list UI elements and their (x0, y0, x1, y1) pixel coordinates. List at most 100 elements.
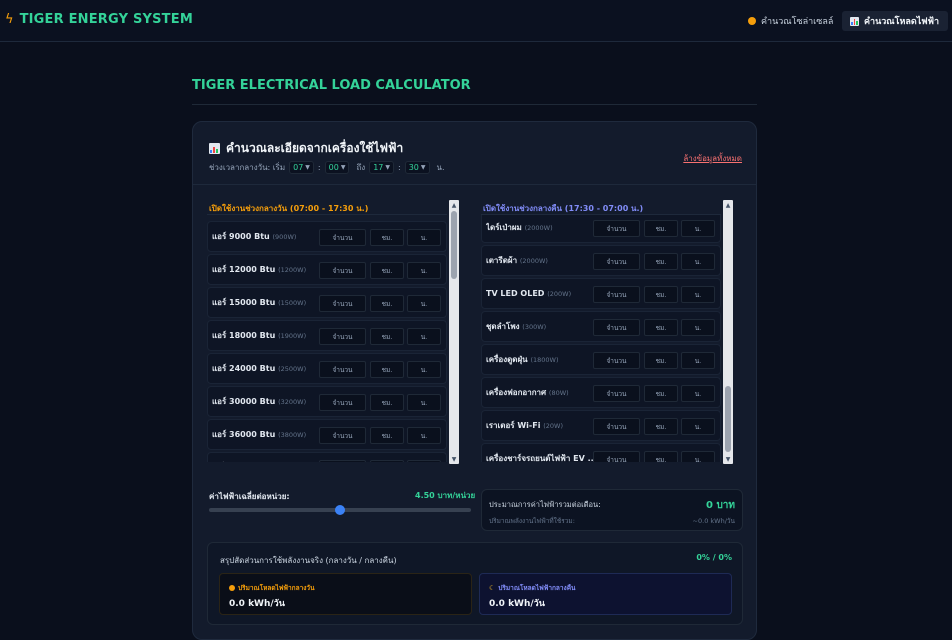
minutes-input[interactable]: น. (407, 262, 441, 279)
usage-summary: สรุปสัดส่วนการใช้พลังงานจริง (กลางวัน / … (207, 542, 743, 625)
monthly-cost-box: ประมาณการค่าไฟฟ้ารวมต่อเดือน: 0 บาท ปริม… (481, 489, 743, 531)
hours-input[interactable]: ชม. (644, 319, 678, 336)
appliance-name: เราเตอร์ Wi-Fi (20W) (486, 421, 564, 430)
hours-input[interactable]: ชม. (644, 253, 678, 270)
minutes-input[interactable]: น. (407, 460, 441, 462)
quantity-input[interactable]: จำนวน (319, 328, 366, 345)
appliance-name: แอร์ 9000 Btu (900W) (212, 232, 297, 241)
hours-input[interactable]: ชม. (644, 220, 678, 237)
end-hour-select[interactable]: 17 ▼ (369, 161, 394, 174)
minutes-input[interactable]: น. (407, 328, 441, 345)
hours-input[interactable]: ชม. (644, 385, 678, 402)
quantity-input[interactable]: จำนวน (593, 319, 640, 336)
minutes-input[interactable]: น. (681, 319, 715, 336)
quantity-input[interactable]: จำนวน (319, 460, 366, 462)
rate-slider[interactable] (209, 505, 471, 515)
quantity-input[interactable]: จำนวน (593, 253, 640, 270)
minutes-input[interactable]: น. (407, 427, 441, 444)
minutes-input[interactable]: น. (681, 220, 715, 237)
end-minute-select[interactable]: 30 ▼ (404, 161, 430, 174)
day-list-scrollbar[interactable]: ▲ ▼ (449, 200, 459, 464)
minutes-input[interactable]: น. (407, 295, 441, 312)
hours-input[interactable]: ชม. (370, 394, 404, 411)
quantity-input[interactable]: จำนวน (593, 286, 640, 303)
appliance-wattage: (2000W) (524, 224, 553, 232)
minutes-input[interactable]: น. (681, 451, 715, 462)
nav-load-calculator[interactable]: คำนวณโหลดไฟฟ้า (842, 11, 948, 31)
appliance-row: ไดร์เป่าผม (2000W) จำนวน ชม. น. (481, 215, 721, 243)
quantity-input[interactable]: จำนวน (593, 220, 640, 237)
quantity-input[interactable]: จำนวน (319, 229, 366, 246)
appliance-wattage: (1900W) (278, 332, 307, 340)
slider-handle[interactable] (335, 505, 345, 515)
scroll-thumb[interactable] (725, 386, 731, 452)
sun-icon (229, 585, 235, 591)
moon-icon: ☾ (489, 584, 496, 592)
appliance-row: เครื่องดูดฝุ่น (1800W) จำนวน ชม. น. (481, 344, 721, 375)
night-appliance-list: ไดร์เป่าผม (2000W) จำนวน ชม. น. เตารีดผ้า (2… (481, 214, 721, 462)
to-label: ถึง (356, 163, 366, 172)
hours-input[interactable]: ชม. (644, 352, 678, 369)
brand[interactable]: ϟ TIGER ENERGY SYSTEM (5, 12, 193, 27)
quantity-input[interactable]: จำนวน (593, 418, 640, 435)
calculator-card: คำนวณละเอียดจากเครื่องใช้ไฟฟ้า ช่วงเวลาก… (192, 121, 757, 640)
hours-input[interactable]: ชม. (370, 262, 404, 279)
appliance-row: แอร์ 9000 Btu (900W) จำนวน ชม. น. (207, 221, 447, 252)
quantity-input[interactable]: จำนวน (319, 262, 366, 279)
clear-all-link[interactable]: ล้างข้อมูลทั้งหมด (683, 152, 742, 165)
hours-input[interactable]: ชม. (370, 295, 404, 312)
appliance-wattage: (1500W) (278, 299, 307, 307)
appliance-wattage: (3200W) (278, 398, 307, 406)
hours-input[interactable]: ชม. (644, 286, 678, 303)
appliance-row: TV LED OLED (200W) จำนวน ชม. น. (481, 278, 721, 309)
hours-input[interactable]: ชม. (370, 361, 404, 378)
scroll-thumb[interactable] (451, 211, 457, 279)
quantity-input[interactable]: จำนวน (593, 451, 640, 462)
scroll-down-arrow-icon[interactable]: ▼ (723, 454, 733, 464)
daytime-range: ช่วงเวลากลางวัน: เริ่ม 07 ▼ : 00 ▼ ถึง 17 ▼… (209, 161, 445, 174)
minutes-input[interactable]: น. (681, 352, 715, 369)
rate-value: 4.50 บาท/หน่วย (415, 491, 476, 500)
nav-solar-calculator[interactable]: คำนวณโซล่าเซลล์ (742, 11, 839, 31)
divider (192, 104, 757, 105)
hours-input[interactable]: ชม. (644, 418, 678, 435)
appliance-name: แอร์ 36000 Btu (3800W) (212, 430, 307, 439)
appliance-row: แอร์ 36000 Btu (3800W) จำนวน ชม. น. (207, 419, 447, 450)
night-list-scrollbar[interactable]: ▲ ▼ (723, 200, 733, 464)
scroll-down-arrow-icon[interactable]: ▼ (449, 454, 459, 464)
minutes-input[interactable]: น. (407, 229, 441, 246)
minutes-input[interactable]: น. (407, 394, 441, 411)
hours-input[interactable]: ชม. (370, 229, 404, 246)
hours-input[interactable]: ชม. (370, 460, 404, 462)
scroll-up-arrow-icon[interactable]: ▲ (449, 200, 459, 210)
quantity-input[interactable]: จำนวน (593, 385, 640, 402)
minutes-input[interactable]: น. (681, 253, 715, 270)
bar-chart-icon (209, 143, 220, 154)
card-heading: คำนวณละเอียดจากเครื่องใช้ไฟฟ้า (209, 139, 403, 158)
quantity-input[interactable]: จำนวน (319, 427, 366, 444)
scroll-up-arrow-icon[interactable]: ▲ (723, 200, 733, 210)
chevron-down-icon: ▼ (385, 164, 390, 171)
minutes-input[interactable]: น. (407, 361, 441, 378)
hours-input[interactable]: ชม. (370, 328, 404, 345)
quantity-input[interactable]: จำนวน (319, 295, 366, 312)
start-minute-select[interactable]: 00 ▼ (324, 161, 350, 174)
appliance-name: ตู้เย็น (150W) (212, 461, 320, 462)
appliance-row: แอร์ 30000 Btu (3200W) จำนวน ชม. น. (207, 386, 447, 417)
hours-input[interactable]: ชม. (370, 427, 404, 444)
hours-input[interactable]: ชม. (644, 451, 678, 462)
start-hour-select[interactable]: 07 ▼ (289, 161, 314, 174)
minutes-input[interactable]: น. (681, 418, 715, 435)
day-load-card: ปริมาณโหลดไฟฟ้ากลางวัน 0.0 kWh/วัน (219, 573, 472, 615)
minutes-input[interactable]: น. (681, 286, 715, 303)
quantity-input[interactable]: จำนวน (319, 361, 366, 378)
nav-load-label: คำนวณโหลดไฟฟ้า (864, 17, 940, 27)
appliance-wattage: (900W) (272, 233, 297, 241)
monthly-cost-value: 0 บาท (706, 500, 735, 511)
appliance-name: แอร์ 12000 Btu (1200W) (212, 265, 307, 274)
appliance-wattage: (3800W) (278, 431, 307, 439)
monthly-cost-label: ประมาณการค่าไฟฟ้ารวมต่อเดือน: (489, 500, 601, 509)
quantity-input[interactable]: จำนวน (319, 394, 366, 411)
minutes-input[interactable]: น. (681, 385, 715, 402)
quantity-input[interactable]: จำนวน (593, 352, 640, 369)
